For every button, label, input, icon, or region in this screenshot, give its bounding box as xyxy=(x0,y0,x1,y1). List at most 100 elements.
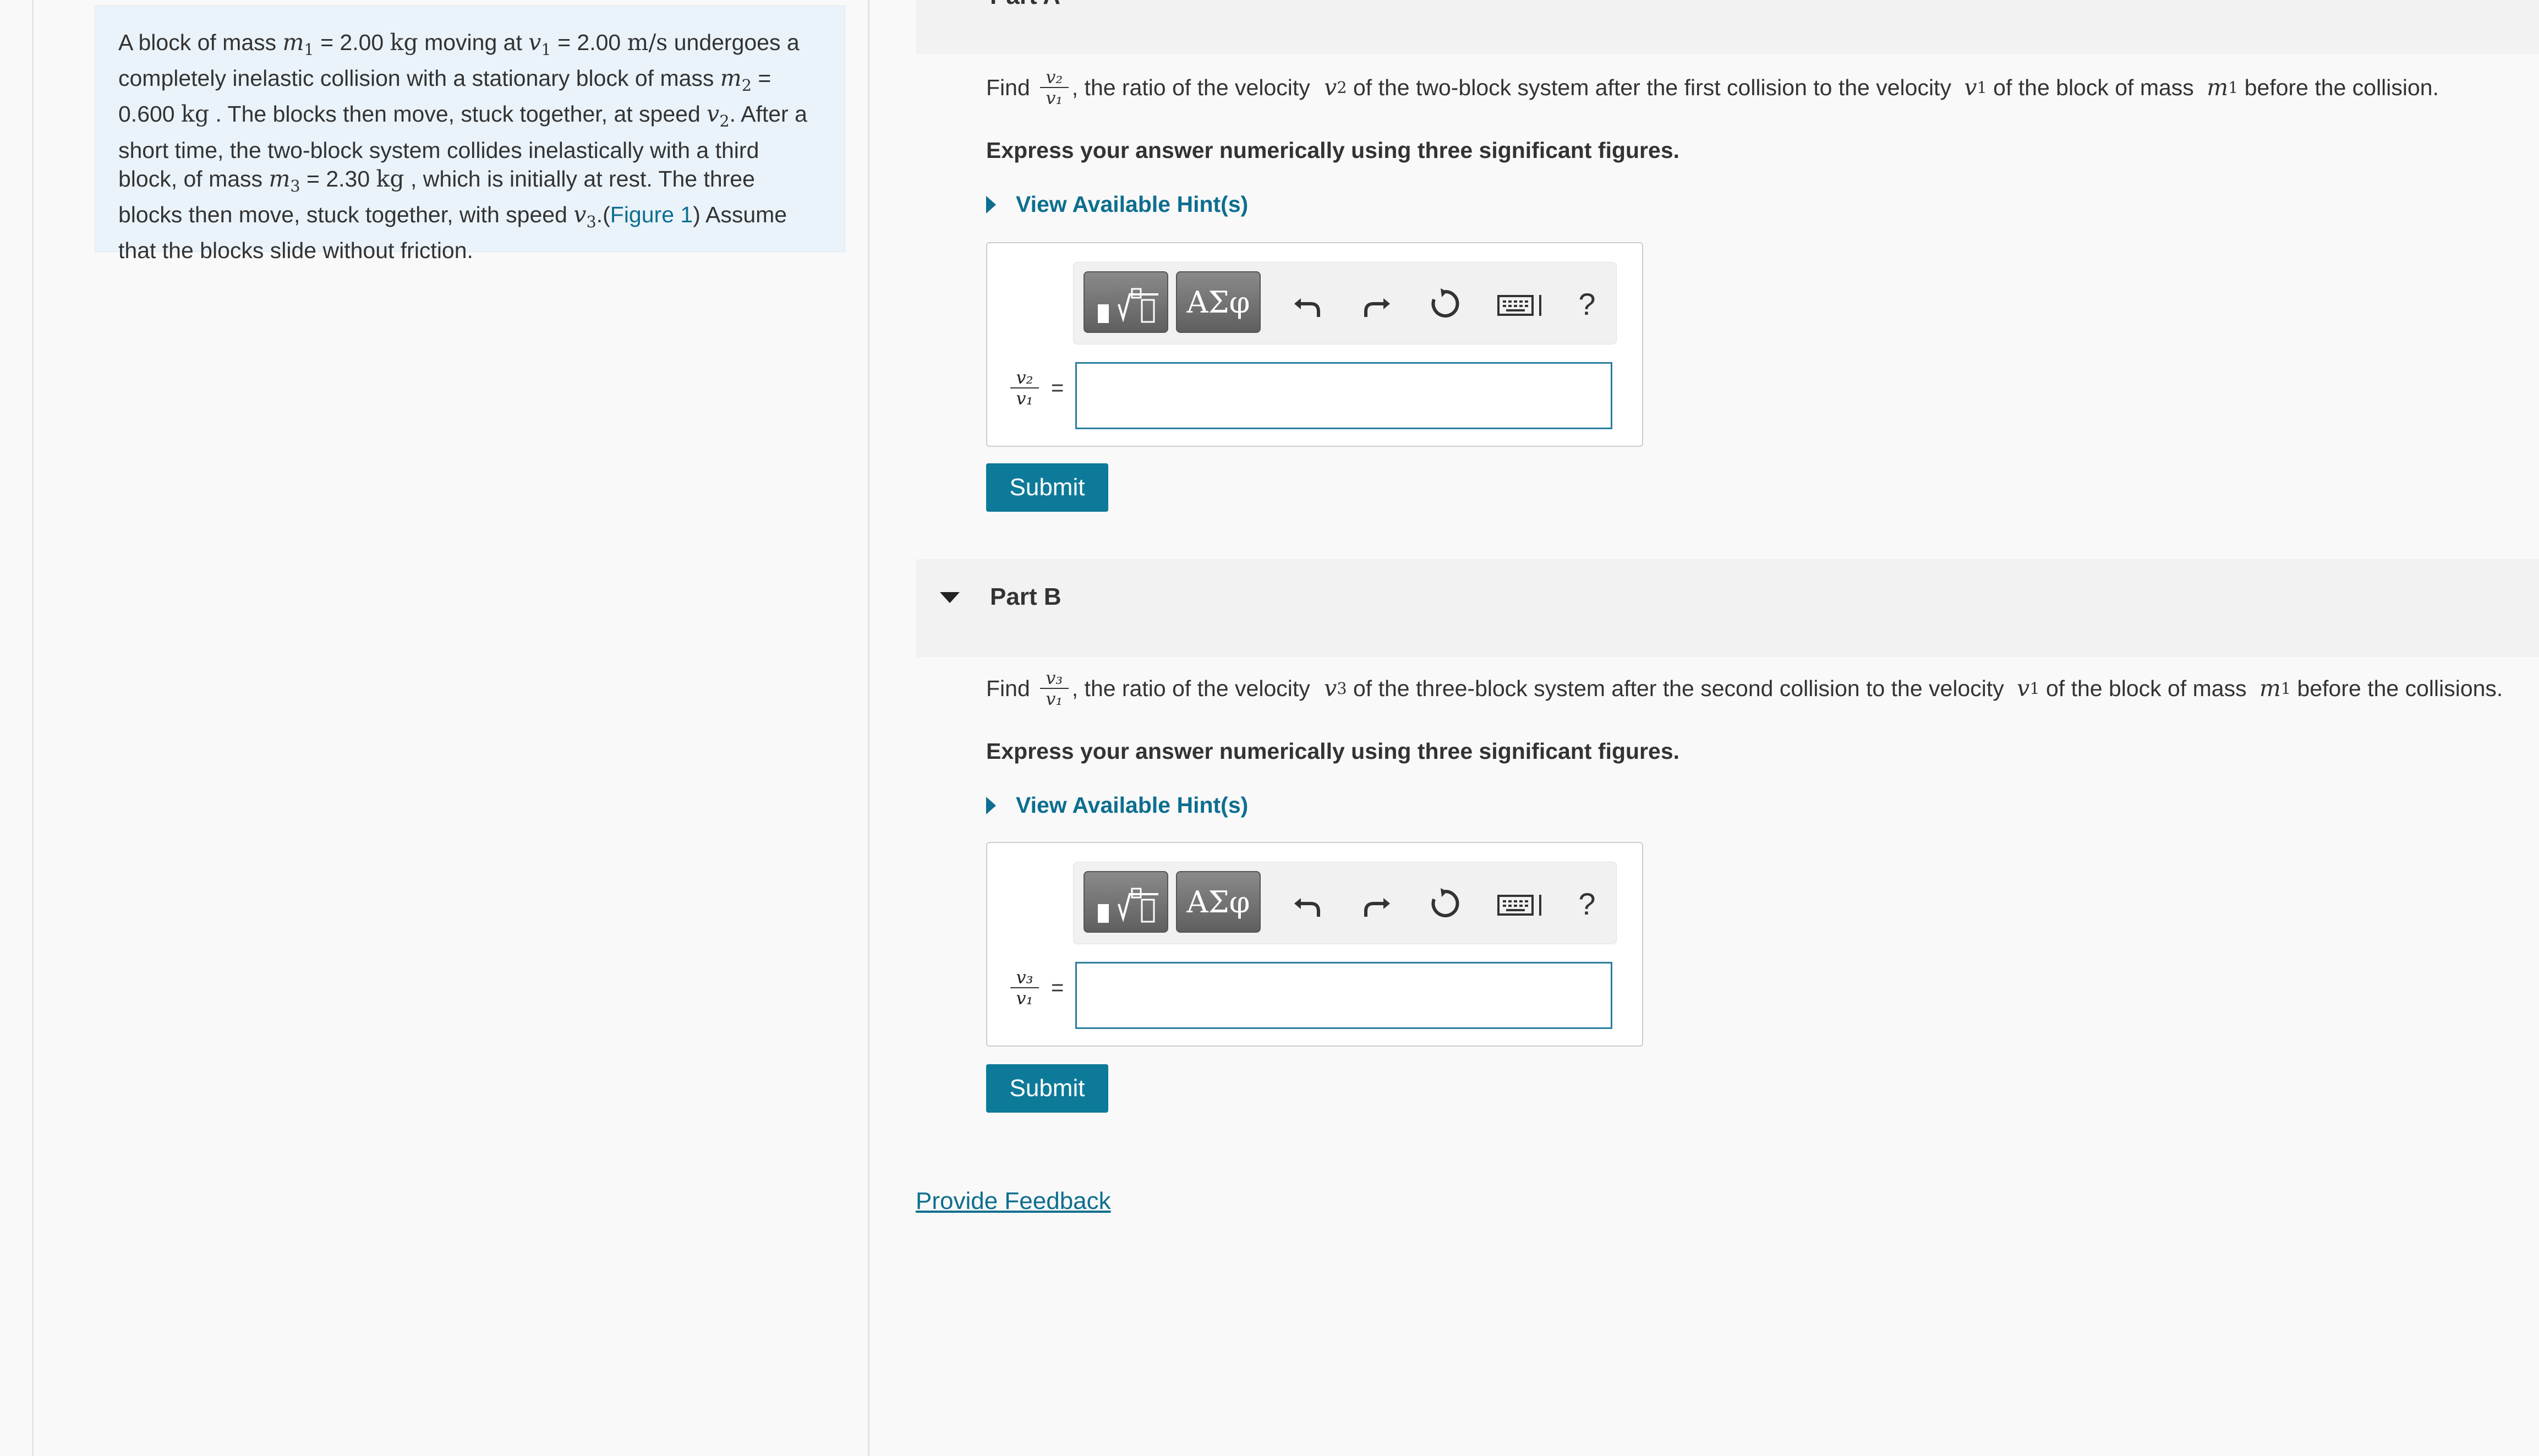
question-text: , the ratio of the velocity xyxy=(1071,675,1317,701)
var-v: v xyxy=(2017,675,2030,702)
var-sub: 1 xyxy=(1977,78,1987,97)
frac-denominator: v₁ xyxy=(1046,87,1063,108)
problem-text: = 2.30 xyxy=(300,166,376,191)
column-divider xyxy=(868,0,869,1456)
part-b-hints-toggle[interactable]: View Available Hint(s) xyxy=(986,792,1248,818)
equals-sign: = xyxy=(1051,375,1064,400)
var-sub: 2 xyxy=(719,112,730,131)
part-a-header[interactable]: Part A xyxy=(916,0,2539,54)
var-m: m xyxy=(282,29,304,56)
var-m: m xyxy=(2259,675,2281,702)
reset-button[interactable] xyxy=(1426,284,1464,323)
var-sub: 1 xyxy=(2029,679,2040,698)
question-text: Find xyxy=(986,74,1030,100)
question-text: of the block of mass xyxy=(2039,675,2253,701)
lhs-fraction: v₃ v₁ xyxy=(1010,967,1039,1008)
frac-numerator: v₂ xyxy=(1016,367,1033,388)
question-text: before the collision. xyxy=(2238,74,2439,100)
problem-statement: A block of mass m1 = 2.00 kg moving at v… xyxy=(95,6,845,263)
frac-denominator: v₁ xyxy=(1046,688,1063,709)
math-toolbar: ΑΣφ ? xyxy=(1073,862,1617,944)
var-sub: 1 xyxy=(304,40,314,59)
symbols-button[interactable]: ΑΣφ xyxy=(1176,871,1261,933)
unit-kg: kg xyxy=(390,29,418,56)
templates-button[interactable] xyxy=(1084,871,1168,933)
frac-denominator: v₁ xyxy=(1016,988,1033,1009)
question-text: of the block of mass xyxy=(1987,74,2201,100)
templates-icon xyxy=(1098,888,1158,923)
problem-text: . The blocks then move, stuck together, … xyxy=(209,101,707,127)
var-v: v xyxy=(1324,74,1337,101)
expand-caret-icon xyxy=(986,195,996,214)
question-text: , the ratio of the velocity xyxy=(1071,74,1317,100)
part-b-title: Part B xyxy=(990,583,1061,610)
answer-input[interactable] xyxy=(1075,362,1612,429)
unit-kg: kg xyxy=(376,165,404,192)
ratio-fraction: v₃ v₁ xyxy=(1039,667,1069,709)
undo-button[interactable] xyxy=(1288,884,1327,923)
var-m: m xyxy=(720,65,742,92)
var-sub: 3 xyxy=(290,176,300,195)
undo-button[interactable] xyxy=(1288,284,1327,323)
part-a-question: Find v₂ v₁ , the ratio of the velocity v… xyxy=(986,67,2439,108)
collapse-caret-icon[interactable] xyxy=(940,592,960,603)
expand-caret-icon xyxy=(986,796,996,814)
hint-label: View Available Hint(s) xyxy=(1016,191,1249,217)
keyboard-icon xyxy=(1497,295,1541,316)
answer-input[interactable] xyxy=(1075,962,1612,1029)
part-a-instruction: Express your answer numerically using th… xyxy=(986,138,1680,163)
left-border xyxy=(32,0,34,1456)
part-b-instruction: Express your answer numerically using th… xyxy=(986,738,1680,764)
var-sub: 2 xyxy=(1337,78,1347,97)
problem-text: .( xyxy=(596,201,610,227)
part-a-submit-button[interactable]: Submit xyxy=(986,463,1108,512)
var-sub: 3 xyxy=(1337,679,1347,698)
frac-numerator: v₃ xyxy=(1046,667,1063,688)
var-sub: 3 xyxy=(586,212,597,231)
question-text: of the two-block system after the first … xyxy=(1347,74,1958,100)
part-b-question: Find v₃ v₁ , the ratio of the velocity v… xyxy=(986,668,2503,709)
part-a-hints-toggle[interactable]: View Available Hint(s) xyxy=(986,191,1248,217)
redo-button[interactable] xyxy=(1358,884,1396,923)
frac-numerator: v₂ xyxy=(1046,67,1063,87)
answer-lhs: v₃ v₁ = xyxy=(1010,967,1064,1008)
unit-ms: m/s xyxy=(627,29,668,56)
redo-icon xyxy=(1364,898,1390,917)
reset-icon xyxy=(1431,888,1459,917)
problem-text: moving at xyxy=(418,30,529,55)
var-sub: 1 xyxy=(541,40,551,59)
figure-link[interactable]: Figure 1 xyxy=(610,202,693,227)
problem-text: A block of mass xyxy=(118,30,283,55)
part-a-answer-box: ΑΣφ ? v₂ v₁ = xyxy=(986,242,1643,447)
lhs-fraction: v₂ v₁ xyxy=(1010,368,1039,408)
templates-button[interactable] xyxy=(1084,271,1168,333)
undo-icon xyxy=(1294,898,1320,917)
var-v: v xyxy=(1324,675,1337,702)
provide-feedback-link[interactable]: Provide Feedback xyxy=(916,1187,1111,1215)
hint-label: View Available Hint(s) xyxy=(1016,792,1249,818)
question-text: before the collisions. xyxy=(2291,675,2503,701)
keyboard-button[interactable] xyxy=(1496,284,1546,323)
frac-numerator: v₃ xyxy=(1016,967,1033,988)
ratio-fraction: v₂ v₁ xyxy=(1039,67,1069,108)
var-m: m xyxy=(2207,74,2229,101)
var-v: v xyxy=(707,101,720,128)
part-b-header[interactable]: Part B xyxy=(916,559,2539,657)
var-sub: 1 xyxy=(2280,679,2291,698)
var-sub: 1 xyxy=(2228,78,2239,97)
help-button[interactable]: ? xyxy=(1568,884,1606,923)
redo-icon xyxy=(1364,298,1390,317)
templates-icon xyxy=(1098,288,1158,323)
keyboard-button[interactable] xyxy=(1496,884,1546,923)
keyboard-icon xyxy=(1497,895,1541,916)
var-v: v xyxy=(573,201,587,228)
frac-denominator: v₁ xyxy=(1016,388,1033,409)
answer-lhs: v₂ v₁ = xyxy=(1010,368,1064,408)
part-b-submit-button[interactable]: Submit xyxy=(986,1064,1108,1113)
symbols-button[interactable]: ΑΣφ xyxy=(1176,271,1261,333)
reset-button[interactable] xyxy=(1426,884,1464,923)
redo-button[interactable] xyxy=(1358,284,1396,323)
equals-sign: = xyxy=(1051,975,1064,1000)
help-button[interactable]: ? xyxy=(1568,284,1606,323)
math-toolbar: ΑΣφ ? xyxy=(1073,262,1617,344)
